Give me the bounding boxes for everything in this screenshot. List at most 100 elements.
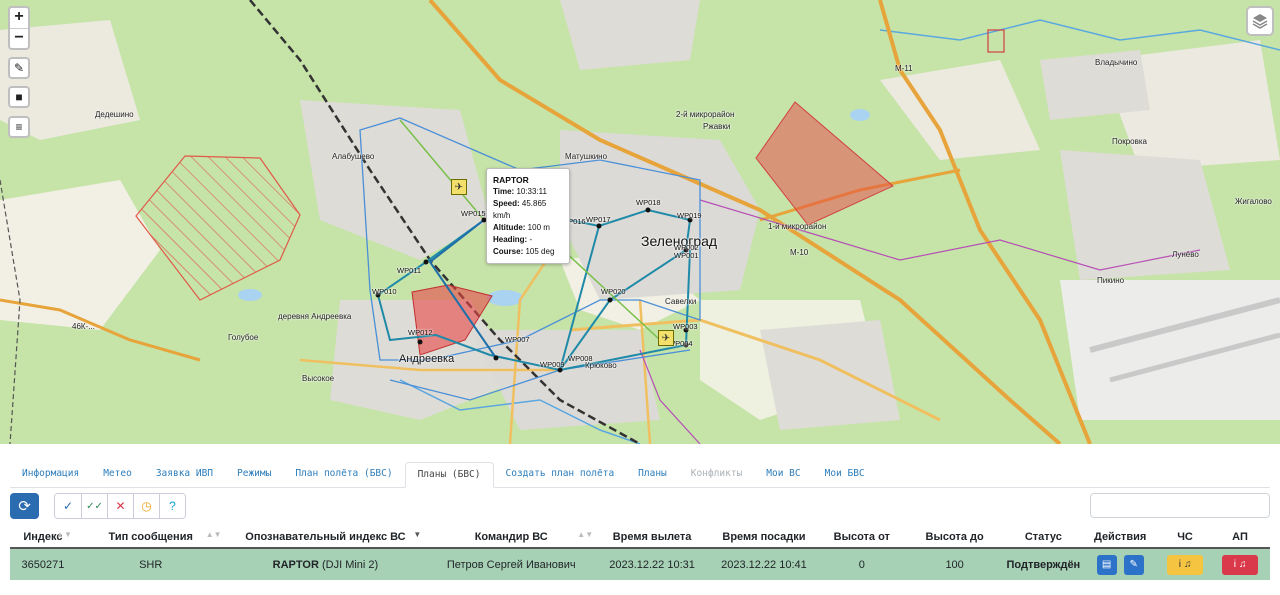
edit-icon: ✎ (1129, 559, 1138, 570)
col-departure[interactable]: Время вылета (597, 526, 707, 549)
col-status[interactable]: Статус (1006, 526, 1081, 549)
callsign: RAPTOR (272, 558, 319, 571)
search-input[interactable] (1090, 493, 1270, 518)
waypoint-label: WP001 (674, 251, 699, 260)
menu-icon: ≡ (15, 120, 23, 134)
filter-double-check-icon[interactable]: ✓✓ (81, 494, 107, 518)
drone-icon: ✈ (454, 181, 464, 193)
label-vladychino: Владычино (1095, 58, 1138, 67)
label-golubo: Голубое (228, 333, 259, 342)
tab-modes[interactable]: Режимы (225, 462, 283, 487)
aircraft-model: (DJI Mini 2) (321, 558, 379, 571)
tooltip-heading: Heading: - (493, 235, 533, 244)
document-button[interactable]: ▤ (1096, 554, 1117, 575)
tab-info[interactable]: Информация (10, 462, 91, 487)
map-menu-button[interactable]: ≡ (8, 116, 30, 138)
tab-my-uav[interactable]: Мои БВС (813, 462, 877, 487)
tooltip-speed: Speed: 45.865 km/h (493, 199, 547, 220)
col-alt-to[interactable]: Высота до (902, 526, 1007, 549)
table-row[interactable]: 3650271 SHR RAPTOR (DJI Mini 2) Петров С… (10, 548, 1270, 580)
col-message-type[interactable]: Тип сообщения ▲▼ (75, 526, 226, 549)
filter-clock-icon[interactable]: ◷ (133, 494, 159, 518)
waypoint-label: WP009 (540, 360, 565, 369)
cell-aircraft-id: RAPTOR (DJI Mini 2) (225, 548, 426, 580)
toolbar: ⟳ ✓ ✓✓ ✕ ◷ ? (10, 493, 1270, 521)
plans-table: Индекс ▲▼ Тип сообщения ▲▼ Опознавательный… (10, 526, 1270, 580)
col-commander[interactable]: Командир ВС ▲▼ (425, 526, 598, 549)
cell-departure: 2023.12.22 10:31 (597, 548, 707, 580)
waypoint-label: WP017 (586, 215, 611, 224)
info-icon: ⅰ (1233, 559, 1237, 570)
tab-plans-uav[interactable]: Планы (БВС) (404, 462, 494, 488)
cell-commander: Петров Сергей Иванович (425, 548, 598, 580)
layers-icon (1252, 14, 1268, 29)
bell-icon: ♫ (1184, 559, 1192, 570)
draw-icon: ✎ (13, 61, 25, 75)
tab-create-flight-plan[interactable]: Создать план полёта (494, 462, 627, 487)
tab-plans[interactable]: Планы (626, 462, 679, 487)
stop-button[interactable]: ■ (8, 86, 30, 108)
city-label-andreevka: Андреевка (399, 353, 455, 365)
ap-button[interactable]: ⅰ ♫ (1222, 554, 1258, 575)
filter-cancel-icon[interactable]: ✕ (107, 494, 133, 518)
label-mikro-1: 1-й микрорайон (768, 222, 827, 231)
sort-icon: ▲▼ (577, 530, 594, 539)
status-filter-group: ✓ ✓✓ ✕ ◷ ? (54, 493, 186, 519)
refresh-button[interactable]: ⟳ (10, 493, 39, 519)
waypoint-label: WP019 (677, 211, 702, 220)
cell-landing: 2023.12.22 10:41 (707, 548, 821, 580)
drone-marker[interactable]: ✈ (658, 330, 674, 346)
label-road-46k: 46К-... (72, 322, 95, 331)
col-index[interactable]: Индекс ▲▼ (10, 526, 76, 549)
tab-flight-plan-uav[interactable]: План полёта (БВС) (283, 462, 404, 487)
col-aircraft-id[interactable]: Опознавательный индекс ВС ▼ (225, 526, 426, 549)
layers-button[interactable] (1246, 6, 1274, 36)
label-road-m11: M-11 (895, 64, 913, 73)
zoom-out-button[interactable]: − (10, 28, 28, 48)
filter-check-icon[interactable]: ✓ (55, 494, 81, 518)
cell-alt-from: 0 (820, 548, 903, 580)
zoom-control: + − (8, 6, 30, 50)
cell-emergency: ⅰ ♫ (1160, 548, 1210, 580)
label-pokrovka: Покровка (1112, 137, 1147, 146)
tab-meteo[interactable]: Метео (91, 462, 144, 487)
col-emergency: ЧС (1160, 526, 1210, 549)
col-landing[interactable]: Время посадки (707, 526, 821, 549)
tab-my-aircraft[interactable]: Мои ВС (754, 462, 812, 487)
label-lunevo: Лунёво (1172, 250, 1199, 259)
emergency-button[interactable]: ⅰ ♫ (1167, 554, 1204, 575)
document-icon: ▤ (1101, 559, 1112, 570)
map-view[interactable]: + − ✎ ■ ≡ Зеленоград Андреевка Алабушево… (0, 0, 1280, 444)
cell-index: 3650271 (10, 548, 76, 580)
waypoint-label: WP011 (397, 266, 422, 275)
zoom-in-button[interactable]: + (10, 8, 28, 28)
stop-icon: ■ (15, 90, 23, 104)
waypoint-label: WP008 (568, 354, 593, 363)
map-canvas[interactable] (0, 0, 1280, 444)
waypoint-label: WP007 (505, 335, 530, 344)
tooltip-altitude: Altitude: 100 m (493, 223, 550, 232)
tooltip-course: Course: 105 deg (493, 247, 555, 256)
waypoint-label: WP003 (673, 322, 698, 331)
tooltip-title: RAPTOR (493, 175, 529, 185)
filter-question-icon[interactable]: ? (159, 494, 185, 518)
tab-conflicts[interactable]: Конфликты (679, 462, 754, 487)
tab-bar: Информация Метео Заявка ИВП Режимы План … (10, 462, 1270, 488)
waypoint-label: WP012 (408, 328, 433, 337)
waypoint-label: WP010 (372, 287, 397, 296)
refresh-icon: ⟳ (18, 498, 31, 515)
col-actions: Действия (1080, 526, 1161, 549)
col-alt-from[interactable]: Высота от (820, 526, 903, 549)
info-icon: ⅰ (1178, 559, 1182, 570)
sort-icon: ▲▼ (56, 530, 72, 539)
drone-marker-raptor[interactable]: ✈ (451, 179, 467, 195)
label-savelki: Савелки (665, 297, 697, 306)
cell-ap: ⅰ ♫ (1210, 548, 1270, 580)
draw-tool-button[interactable]: ✎ (8, 57, 30, 79)
label-zhigalovo: Жигалово (1235, 197, 1272, 206)
edit-button[interactable]: ✎ (1123, 554, 1144, 575)
cell-status: Подтверждён (1006, 548, 1081, 580)
label-dedeshino: Дедешино (95, 110, 134, 119)
label-mikro-2: 2-й микрорайон (676, 110, 735, 119)
tab-ivp-request[interactable]: Заявка ИВП (144, 462, 225, 487)
